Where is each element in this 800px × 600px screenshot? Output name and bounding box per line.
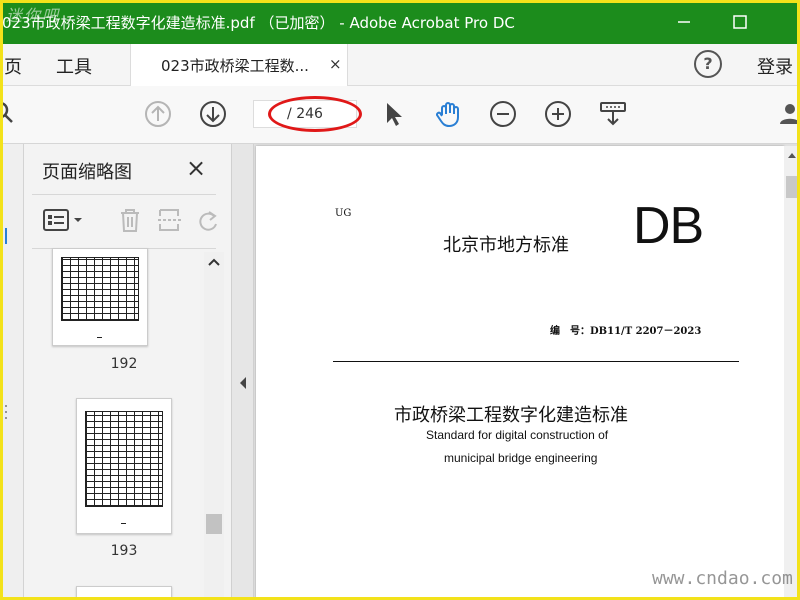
collapse-arrow-icon xyxy=(240,377,246,389)
zoom-out-icon[interactable] xyxy=(489,100,517,128)
scrollbar-thumb[interactable] xyxy=(786,176,798,198)
search-icon[interactable] xyxy=(0,100,18,128)
document-tab[interactable]: 023市政桥梁工程数... × xyxy=(130,44,348,86)
page-thumbnail[interactable] xyxy=(76,398,172,534)
help-icon[interactable]: ? xyxy=(694,50,722,78)
thumbnail-page-mark xyxy=(121,523,126,524)
minimize-button[interactable] xyxy=(670,8,698,36)
extract-pages-icon[interactable] xyxy=(156,206,184,234)
thumbnail-page-number: 192 xyxy=(110,356,138,372)
previous-page-icon[interactable] xyxy=(144,100,172,128)
scroll-up-icon[interactable] xyxy=(784,146,800,164)
page-view-icon[interactable] xyxy=(599,100,627,128)
document-title-cn: 市政桥梁工程数字化建造标准 xyxy=(394,405,628,426)
maximize-button[interactable] xyxy=(726,8,754,36)
page-thumbnail[interactable] xyxy=(52,248,148,346)
panel-close-icon[interactable]: × xyxy=(186,154,206,182)
document-title-en-line2: municipal bridge engineering xyxy=(444,451,598,465)
title-bar: 迷你吧 023市政桥梁工程数字化建造标准.pdf （已加密） - Adobe A… xyxy=(0,0,800,44)
thumbnail-page-mark xyxy=(97,337,102,338)
document-scrollbar[interactable] xyxy=(784,146,800,600)
horizontal-rule xyxy=(333,361,739,362)
window-title: 023市政桥梁工程数字化建造标准.pdf （已加密） - Adobe Acrob… xyxy=(2,14,515,32)
db-logo: DB xyxy=(633,197,704,255)
page-thumbnail[interactable] xyxy=(76,586,172,600)
scroll-up-icon[interactable] xyxy=(204,252,224,272)
panel-divider xyxy=(32,194,216,195)
thumbnail-options-icon[interactable] xyxy=(42,206,86,234)
zoom-in-icon[interactable] xyxy=(544,100,572,128)
panel-collapse-strip[interactable] xyxy=(232,144,254,600)
hand-tool-icon[interactable] xyxy=(434,100,462,128)
panel-title: 页面缩略图 xyxy=(42,162,132,183)
thumbnail-table-graphic xyxy=(61,257,139,321)
tab-row: 页 工具 023市政桥梁工程数... × xyxy=(0,44,800,86)
select-arrow-icon[interactable] xyxy=(380,100,408,128)
document-title-en-line1: Standard for digital construction of xyxy=(426,428,609,442)
rotate-icon[interactable] xyxy=(194,206,222,234)
left-nav-strip xyxy=(0,144,24,600)
ics-code: UG xyxy=(335,208,352,219)
site-watermark: www.cndao.com xyxy=(652,568,793,589)
document-tab-label: 023市政桥梁工程数... xyxy=(161,57,309,75)
menu-tools[interactable]: 工具 xyxy=(56,53,92,79)
close-tab-icon[interactable]: × xyxy=(329,55,342,73)
standard-category: 北京市地方标准 xyxy=(443,235,569,256)
red-annotation-ellipse xyxy=(268,96,362,132)
menu-home[interactable]: 页 xyxy=(4,53,22,79)
standard-number: 编 号：DB11/T 2207－2023 xyxy=(550,326,702,337)
next-page-icon[interactable] xyxy=(199,100,227,128)
thumbnail-table-graphic xyxy=(85,411,163,507)
account-icon[interactable] xyxy=(776,100,800,128)
thumbnail-scrollbar[interactable] xyxy=(204,252,224,600)
delete-icon[interactable] xyxy=(116,206,144,234)
scrollbar-thumb[interactable] xyxy=(206,514,222,534)
login-button[interactable]: 登录 xyxy=(757,53,793,79)
thumbnail-page-number: 193 xyxy=(110,543,138,559)
